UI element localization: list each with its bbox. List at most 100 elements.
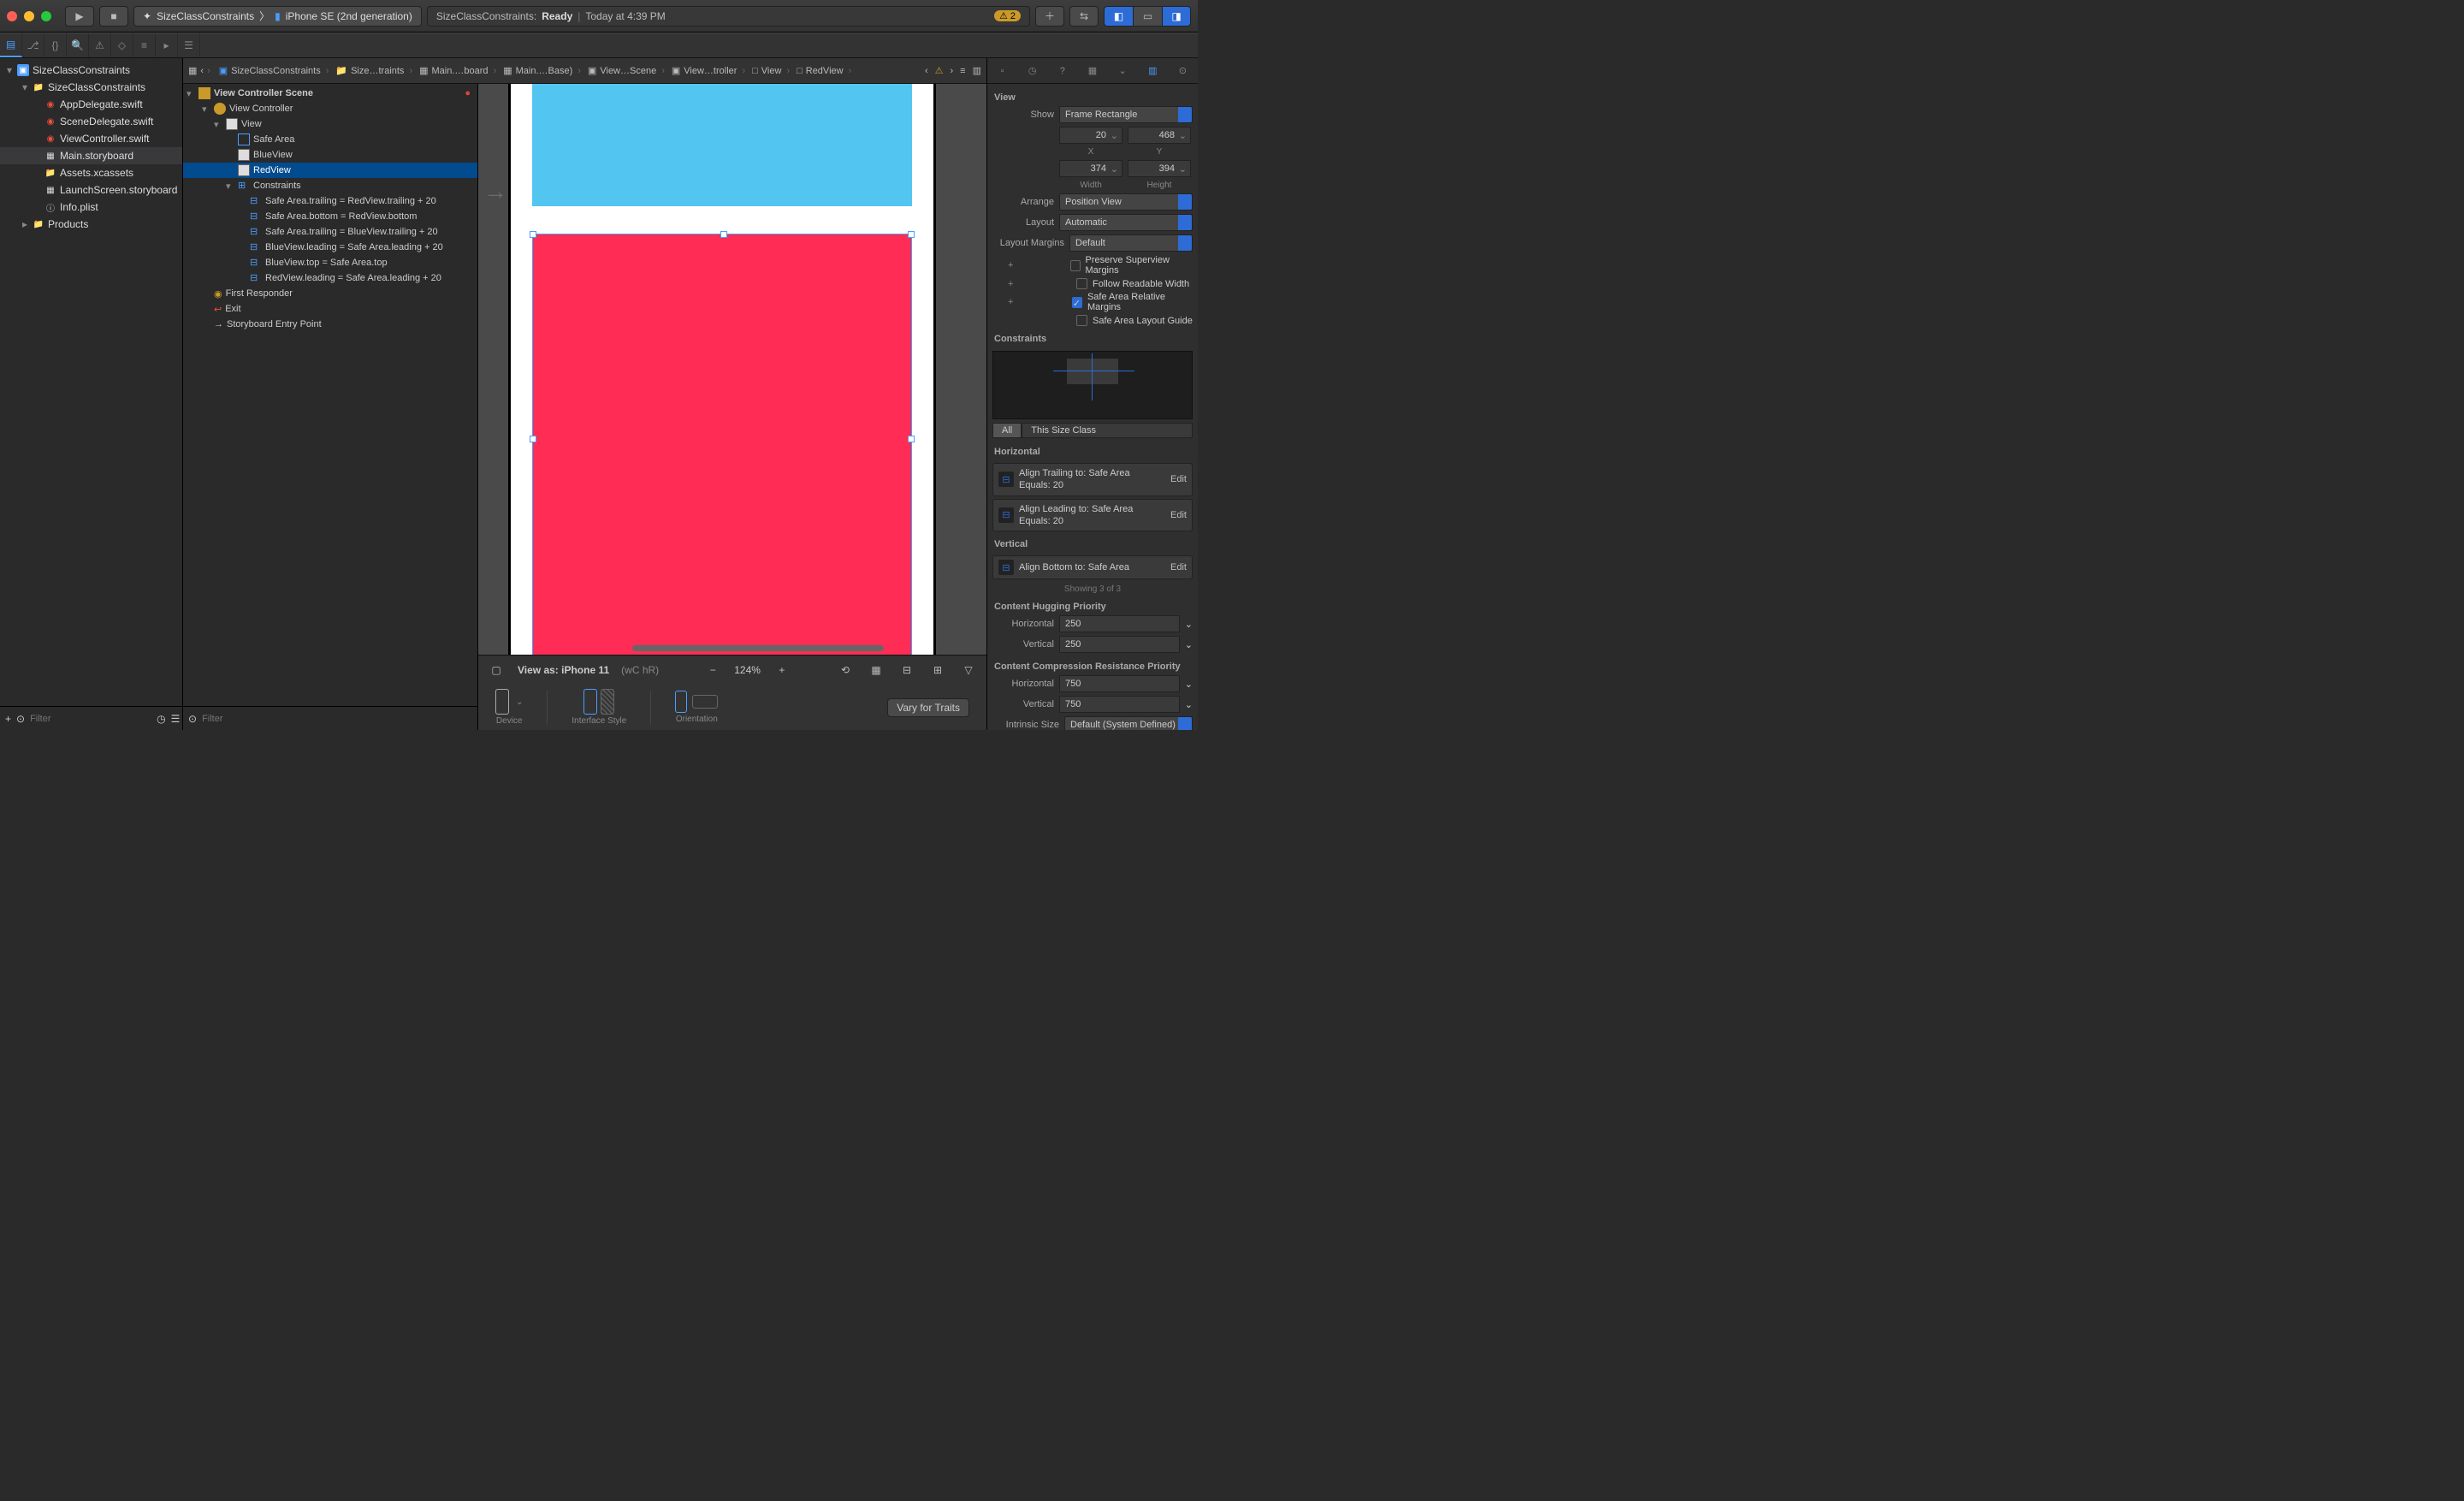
assistant-button[interactable]: ▥: [973, 65, 981, 76]
constraint-leading[interactable]: ⊟Align Leading to: Safe AreaEquals: 20Ed…: [992, 499, 1193, 532]
warning-badge[interactable]: ⚠ 2: [994, 10, 1021, 21]
attributes-inspector-tab[interactable]: ⌄: [1108, 58, 1138, 83]
redview-row[interactable]: RedView: [183, 163, 477, 178]
exit-row[interactable]: ↩Exit: [183, 301, 477, 317]
constraint-scope[interactable]: AllThis Size Class: [992, 423, 1193, 438]
related-items[interactable]: ▦: [188, 65, 197, 76]
constraint-item[interactable]: ⊟Safe Area.trailing = BlueView.trailing …: [183, 224, 477, 240]
project-row[interactable]: ▾▣SizeClassConstraints: [0, 62, 182, 79]
scm-filter-icon[interactable]: ☰: [171, 713, 181, 725]
test-tab[interactable]: ◇: [111, 33, 133, 57]
constraint-item[interactable]: ⊟Safe Area.bottom = RedView.bottom: [183, 209, 477, 224]
align-button[interactable]: ⊟: [897, 661, 916, 679]
constraints-row[interactable]: ▾⊞Constraints: [183, 178, 477, 193]
find-tab[interactable]: 🔍: [67, 33, 89, 57]
zoom-window[interactable]: [41, 11, 51, 21]
jump-bar[interactable]: ▦ ‹ › ▣SizeClassConstraints 📁Size…traint…: [183, 58, 986, 84]
resize-handle[interactable]: [530, 436, 536, 442]
pin-button[interactable]: ⊞: [928, 661, 947, 679]
y-field[interactable]: 468: [1128, 127, 1191, 144]
stop-button[interactable]: ■: [99, 6, 128, 27]
prev-issue[interactable]: ‹: [925, 66, 928, 76]
code-review-button[interactable]: ⇆: [1069, 6, 1099, 27]
view-row[interactable]: ▾View: [183, 116, 477, 132]
source-control-tab[interactable]: ⎇: [22, 33, 44, 57]
minimize-window[interactable]: [24, 11, 34, 21]
edit-button[interactable]: Edit: [1170, 474, 1187, 484]
entry-row[interactable]: →Storyboard Entry Point: [183, 317, 477, 332]
group-row[interactable]: ▾📁SizeClassConstraints: [0, 79, 182, 96]
safeguide-checkbox[interactable]: [1076, 315, 1087, 326]
zoom-in[interactable]: +: [773, 661, 791, 679]
blueview[interactable]: [532, 84, 912, 206]
readable-checkbox[interactable]: [1076, 278, 1087, 289]
layout-select[interactable]: Automatic: [1059, 214, 1193, 231]
next-issue[interactable]: ›: [951, 66, 954, 76]
breakpoint-tab[interactable]: ▸: [156, 33, 178, 57]
device-frame[interactable]: [508, 84, 936, 655]
history-inspector-tab[interactable]: ◷: [1017, 58, 1047, 83]
height-field[interactable]: 394: [1128, 160, 1191, 177]
preserve-checkbox[interactable]: [1070, 260, 1081, 271]
saferel-checkbox[interactable]: ✓: [1072, 297, 1082, 308]
zoom-out[interactable]: −: [703, 661, 722, 679]
edit-button[interactable]: Edit: [1170, 510, 1187, 520]
firstresponder-row[interactable]: ◉First Responder: [183, 286, 477, 301]
margins-select[interactable]: Default: [1069, 234, 1193, 252]
ccrp-v-field[interactable]: 750: [1059, 696, 1180, 713]
width-field[interactable]: 374: [1059, 160, 1122, 177]
file-row[interactable]: ◉AppDelegate.swift: [0, 96, 182, 113]
symbol-tab[interactable]: {}: [44, 33, 67, 57]
redview[interactable]: [532, 234, 912, 655]
vary-for-traits-button[interactable]: Vary for Traits: [887, 698, 969, 717]
adjust-options[interactable]: ≡: [960, 66, 965, 76]
library-button[interactable]: ＋: [1035, 6, 1064, 27]
file-inspector-tab[interactable]: ▫: [987, 58, 1017, 83]
interface-style-picker[interactable]: Interface Style: [572, 689, 626, 726]
file-tree[interactable]: ▾▣SizeClassConstraints ▾📁SizeClassConstr…: [0, 58, 182, 706]
outline-toggle[interactable]: ▢: [487, 661, 506, 679]
back-button[interactable]: ‹: [200, 66, 204, 76]
help-inspector-tab[interactable]: ?: [1047, 58, 1077, 83]
warning-icon[interactable]: ⚠: [935, 65, 944, 76]
constraint-item[interactable]: ⊟BlueView.top = Safe Area.top: [183, 255, 477, 270]
constraint-trailing[interactable]: ⊟Align Trailing to: Safe AreaEquals: 20E…: [992, 463, 1193, 496]
add-button[interactable]: +: [5, 713, 11, 725]
clock-icon[interactable]: ◷: [157, 713, 165, 725]
constraint-item[interactable]: ⊟BlueView.leading = Safe Area.leading + …: [183, 240, 477, 255]
products-row[interactable]: ▸📁Products: [0, 216, 182, 233]
scheme-selector[interactable]: ✦ SizeClassConstraints 〉 ▮ iPhone SE (2n…: [133, 6, 422, 27]
safearea-row[interactable]: Safe Area: [183, 132, 477, 147]
intrinsic-select[interactable]: Default (System Defined): [1064, 716, 1193, 730]
vc-row[interactable]: ▾View Controller: [183, 101, 477, 116]
file-row[interactable]: ◉ViewController.swift: [0, 130, 182, 147]
debug-tab[interactable]: ≡: [133, 33, 156, 57]
issue-tab[interactable]: ⚠: [89, 33, 111, 57]
embed-in[interactable]: ▦: [867, 661, 886, 679]
update-frames[interactable]: ⟲: [836, 661, 855, 679]
inspector-body[interactable]: View ShowFrame Rectangle 20468 XY 374394…: [987, 84, 1198, 730]
horizontal-scrollbar[interactable]: [632, 645, 884, 651]
project-navigator-tab[interactable]: ▤: [0, 33, 22, 57]
file-row[interactable]: ▦LaunchScreen.storyboard: [0, 181, 182, 199]
constraint-diagram[interactable]: [992, 351, 1193, 419]
zoom-level[interactable]: 124%: [734, 664, 761, 676]
canvas-viewport[interactable]: →: [478, 84, 986, 655]
view-as-label[interactable]: View as: iPhone 11: [518, 664, 609, 676]
toggle-inspector[interactable]: ◨: [1162, 6, 1191, 27]
connections-inspector-tab[interactable]: ⊙: [1168, 58, 1198, 83]
constraint-bottom[interactable]: ⊟Align Bottom to: Safe AreaEdit: [992, 555, 1193, 579]
report-tab[interactable]: ☰: [178, 33, 200, 57]
size-inspector-tab[interactable]: ▥: [1138, 58, 1168, 83]
orientation-picker[interactable]: Orientation: [675, 691, 718, 724]
resolve-button[interactable]: ▽: [959, 661, 978, 679]
file-row-selected[interactable]: ▦Main.storyboard: [0, 147, 182, 164]
chp-v-field[interactable]: 250: [1059, 636, 1180, 653]
show-select[interactable]: Frame Rectangle: [1059, 106, 1193, 123]
scene-row[interactable]: ▾View Controller Scene●: [183, 86, 477, 101]
file-row[interactable]: ⓘInfo.plist: [0, 199, 182, 216]
resize-handle[interactable]: [908, 231, 915, 238]
resize-handle[interactable]: [530, 231, 536, 238]
forward-button[interactable]: ›: [207, 66, 210, 76]
constraint-item[interactable]: ⊟Safe Area.trailing = RedView.trailing +…: [183, 193, 477, 209]
